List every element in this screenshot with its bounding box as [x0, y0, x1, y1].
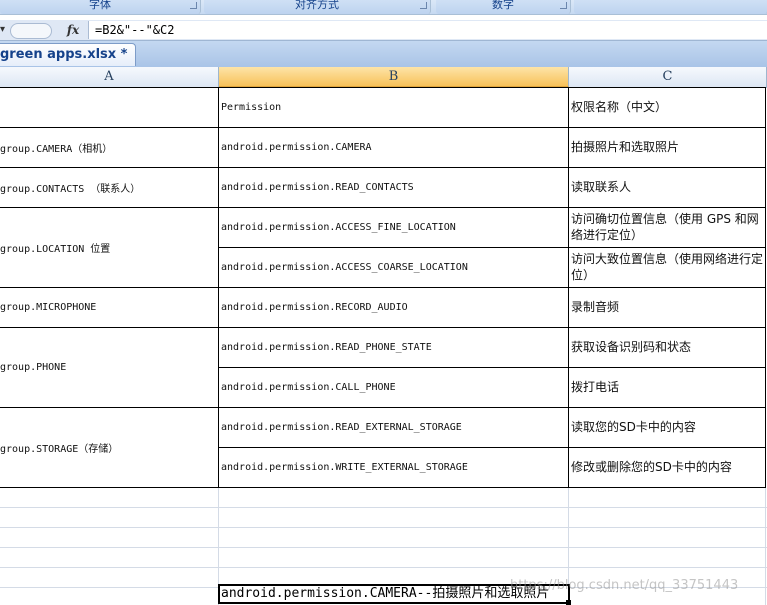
cell-b-permission[interactable]: android.permission.CALL_PHONE — [218, 367, 568, 407]
formula-input[interactable]: =B2&"--"&C2 — [88, 21, 767, 39]
cell-a-group-text: group.CONTACTS （联系人） — [0, 183, 141, 195]
cell-b-permission-text: android.permission.READ_EXTERNAL_STORAGE — [221, 421, 462, 433]
cell-c-name[interactable]: 拨打电话 — [568, 367, 765, 407]
cell-b-permission[interactable]: android.permission.READ_PHONE_STATE — [218, 327, 568, 367]
ribbon-group-next — [574, 0, 767, 14]
table-border-h — [0, 287, 765, 288]
workbook-tab-bar: green apps.xlsx * — [0, 41, 767, 68]
cell-a-group-text: group.PHONE — [0, 361, 67, 373]
table-border-h — [218, 247, 765, 248]
fill-handle[interactable] — [566, 600, 571, 605]
cell-b-permission[interactable]: android.permission.CAMERA — [218, 127, 568, 167]
empty-gridline-h — [0, 527, 767, 528]
cell-b-permission[interactable]: android.permission.ACCESS_COARSE_LOCATIO… — [218, 247, 568, 287]
watermark-text: https://blog.csdn.net/qq_33751443 — [510, 578, 739, 593]
cell-b-permission-text: android.permission.RECORD_AUDIO — [221, 301, 408, 313]
cell-b-permission[interactable]: android.permission.ACCESS_FINE_LOCATION — [218, 207, 568, 247]
cell-b-permission-text: android.permission.READ_PHONE_STATE — [221, 341, 432, 353]
insert-function-icon[interactable]: fx — [62, 22, 84, 38]
cell-c-name[interactable]: 访问大致位置信息（使用网络进行定位） — [568, 247, 765, 287]
ribbon-group-strip: 字体 对齐方式 数字 — [0, 0, 767, 15]
empty-gridline-h — [0, 567, 767, 568]
cell-b-permission[interactable]: android.permission.WRITE_EXTERNAL_STORAG… — [218, 447, 568, 487]
formula-bar: ▾ fx =B2&"--"&C2 — [0, 20, 767, 41]
cell-c-name-text: 读取联系人 — [571, 180, 632, 194]
empty-gridline-h — [0, 507, 767, 508]
cell-a-group[interactable]: group.LOCATION 位置 — [0, 207, 218, 287]
table-border-h — [0, 487, 765, 488]
cell-c-name[interactable]: 读取联系人 — [568, 167, 765, 207]
cell-a-group-text: group.STORAGE（存储） — [0, 443, 119, 455]
cell-a-group-text: group.CAMERA（相机） — [0, 143, 113, 155]
empty-gridline-h — [0, 547, 767, 548]
cell-c-name[interactable]: 获取设备识别码和状态 — [568, 327, 765, 367]
table-border-h — [0, 127, 765, 128]
workbook-tab[interactable]: green apps.xlsx * — [0, 43, 137, 66]
column-header-a[interactable]: A — [0, 67, 219, 87]
cell-b-permission-text: android.permission.READ_CONTACTS — [221, 181, 414, 193]
cell-c-name[interactable]: 录制音频 — [568, 287, 765, 327]
table-border-h — [0, 167, 765, 168]
column-headers: A B C — [0, 67, 767, 88]
table-border-h — [0, 87, 765, 88]
cell-a-group[interactable]: group.PHONE — [0, 327, 218, 407]
name-box-dropdown-icon[interactable]: ▾ — [0, 22, 8, 38]
cell-c-name-text: 访问确切位置信息（使用 GPS 和网络进行定位） — [571, 212, 759, 242]
cell-b-permission-text: android.permission.CAMERA — [221, 141, 372, 153]
table-border-h — [0, 327, 765, 328]
table-border-h — [218, 367, 765, 368]
table-border-v — [765, 87, 766, 488]
cell-c-name-text: 修改或删除您的SD卡中的内容 — [571, 460, 732, 474]
cell-c-name[interactable]: 读取您的SD卡中的内容 — [568, 407, 765, 447]
cell-c-name-text: 获取设备识别码和状态 — [571, 340, 692, 354]
cell-c-name[interactable]: 修改或删除您的SD卡中的内容 — [568, 447, 765, 487]
ribbon-group-number-label: 数字 — [492, 0, 514, 11]
cell-b-header-text: Permission — [221, 101, 282, 113]
cell-c-name-text: 拨打电话 — [571, 380, 620, 394]
spreadsheet-grid[interactable]: Permission 权限名称（中文） group.CAMERA（相机） androi… — [0, 87, 767, 605]
cell-b-permission[interactable]: android.permission.READ_EXTERNAL_STORAGE — [218, 407, 568, 447]
ribbon-group-alignment-label: 对齐方式 — [295, 0, 339, 11]
ribbon-group-font: 字体 — [0, 0, 201, 14]
ribbon-group-number: 数字 — [436, 0, 571, 14]
table-border-h — [0, 207, 765, 208]
cell-b-permission-text: android.permission.ACCESS_COARSE_LOCATIO… — [221, 261, 468, 273]
cell-c-name[interactable]: 访问确切位置信息（使用 GPS 和网络进行定位） — [568, 207, 765, 247]
cell-a-group[interactable]: group.MICROPHONE — [0, 287, 218, 327]
cell-a-group[interactable]: group.CONTACTS （联系人） — [0, 167, 218, 207]
column-header-b[interactable]: B — [219, 67, 569, 87]
cell-c-name-text: 访问大致位置信息（使用网络进行定位） — [571, 252, 764, 282]
cell-b-permission[interactable]: android.permission.RECORD_AUDIO — [218, 287, 568, 327]
column-header-c[interactable]: C — [569, 67, 767, 87]
cell-a-header[interactable] — [0, 87, 218, 127]
ribbon-group-font-label: 字体 — [89, 0, 111, 11]
cell-b-permission-text: android.permission.WRITE_EXTERNAL_STORAG… — [221, 461, 468, 473]
cell-c-header-text: 权限名称（中文） — [571, 100, 668, 114]
cell-c-name-text: 拍摄照片和选取照片 — [571, 140, 680, 154]
cell-a-group-text: group.LOCATION 位置 — [0, 243, 111, 255]
cell-b-permission-text: android.permission.ACCESS_FINE_LOCATION — [221, 221, 456, 233]
dialog-launcher-icon[interactable] — [190, 2, 197, 9]
cell-a-group-text: group.MICROPHONE — [0, 301, 97, 313]
cell-c-name-text: 读取您的SD卡中的内容 — [571, 420, 696, 434]
cell-a-group[interactable]: group.STORAGE（存储） — [0, 407, 218, 487]
formula-bar-splitter[interactable] — [10, 23, 52, 39]
cell-c-name-text: 录制音频 — [571, 300, 620, 314]
cell-b-permission[interactable]: android.permission.READ_CONTACTS — [218, 167, 568, 207]
table-border-v — [218, 87, 219, 488]
cell-a-group[interactable]: group.CAMERA（相机） — [0, 127, 218, 167]
cell-b-header[interactable]: Permission — [218, 87, 568, 127]
empty-gridline-v — [765, 488, 766, 605]
cell-c-header[interactable]: 权限名称（中文） — [568, 87, 765, 127]
dialog-launcher-icon[interactable] — [560, 2, 567, 9]
table-border-v — [568, 87, 569, 488]
table-border-h — [0, 407, 765, 408]
ribbon-group-alignment: 对齐方式 — [204, 0, 431, 14]
cell-c-name[interactable]: 拍摄照片和选取照片 — [568, 127, 765, 167]
table-border-h — [218, 447, 765, 448]
dialog-launcher-icon[interactable] — [420, 2, 427, 9]
cell-b-permission-text: android.permission.CALL_PHONE — [221, 381, 396, 393]
